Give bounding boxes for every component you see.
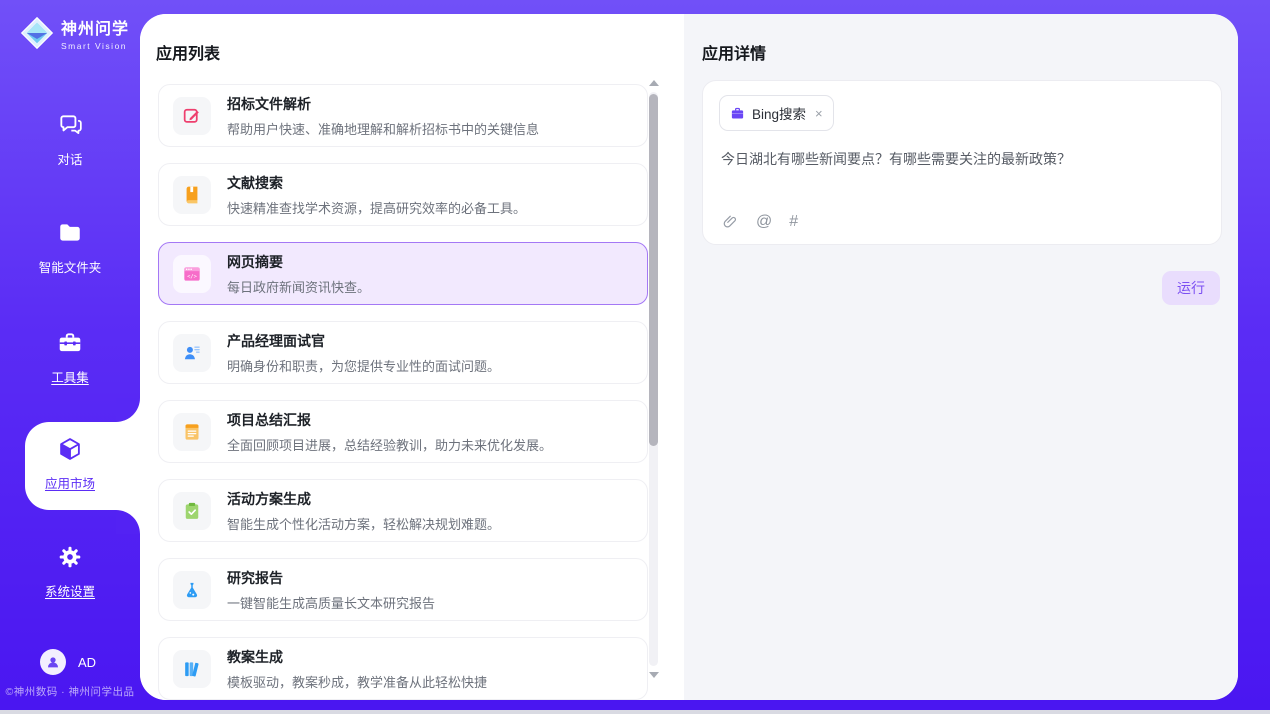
user-account[interactable]: AD <box>40 649 96 675</box>
gear-icon <box>57 544 83 570</box>
sidebar-item-label: 工具集 <box>0 367 140 386</box>
brand-subtitle: Smart Vision <box>61 41 129 51</box>
app-card-title: 研究报告 <box>227 568 435 588</box>
memo-icon <box>182 422 202 442</box>
clipboard-check-icon <box>182 501 202 521</box>
app-list-panel: 应用列表 招标文件解析 帮助用户快速、准确地理解和解析招标书中的关键信息 <box>140 14 684 700</box>
app-card-event-plan[interactable]: 活动方案生成 智能生成个性化活动方案，轻松解决规划难题。 <box>158 479 648 542</box>
briefcase-icon <box>730 106 745 121</box>
tool-chip-bing-search[interactable]: Bing搜索 × <box>719 95 834 131</box>
folder-icon <box>57 220 83 246</box>
scroll-down-icon[interactable] <box>649 672 659 678</box>
app-icon-tile <box>173 176 211 214</box>
run-button[interactable]: 运行 <box>1162 271 1220 305</box>
app-icon-tile <box>173 492 211 530</box>
paperclip-icon[interactable] <box>721 213 739 231</box>
app-card-desc: 每日政府新闻资讯快查。 <box>227 277 370 296</box>
user-name: AD <box>78 655 96 670</box>
app-frame: 神州问学 Smart Vision 对话 智能文件夹 <box>0 0 1270 710</box>
app-card-bid-doc-parse[interactable]: 招标文件解析 帮助用户快速、准确地理解和解析招标书中的关键信息 <box>158 84 648 147</box>
app-card-title: 活动方案生成 <box>227 489 500 509</box>
webpage-code-icon: </> <box>182 264 202 284</box>
toolbox-icon <box>57 330 83 356</box>
topic-icon[interactable]: # <box>789 213 798 231</box>
diamond-logo-icon <box>20 16 54 50</box>
scrollbar-thumb[interactable] <box>649 94 658 446</box>
svg-text:</>: </> <box>187 274 198 280</box>
app-list-title: 应用列表 <box>156 40 220 64</box>
bubble-notch-top <box>116 398 140 422</box>
prompt-card: Bing搜索 × 今日湖北有哪些新闻要点？有哪些需要关注的最新政策？ @ # <box>702 80 1222 245</box>
sidebar-item-settings[interactable]: 系统设置 <box>0 544 140 600</box>
app-card-title: 招标文件解析 <box>227 94 539 114</box>
books-icon <box>182 659 202 679</box>
app-icon-tile <box>173 413 211 451</box>
sidebar-item-chat[interactable]: 对话 <box>0 112 140 168</box>
flask-icon <box>182 580 202 600</box>
person-icon <box>45 654 61 670</box>
sidebar-item-app-market[interactable]: 应用市场 <box>0 436 140 492</box>
copyright-footer: ©神州数码 · 神州问学出品 <box>0 684 140 699</box>
tool-chip-label: Bing搜索 <box>752 103 806 123</box>
content-shell: 应用列表 招标文件解析 帮助用户快速、准确地理解和解析招标书中的关键信息 <box>140 14 1238 700</box>
app-detail-title: 应用详情 <box>702 40 766 64</box>
app-card-project-summary[interactable]: 项目总结汇报 全面回顾项目进展，总结经验教训，助力未来优化发展。 <box>158 400 648 463</box>
prompt-input[interactable]: 今日湖北有哪些新闻要点？有哪些需要关注的最新政策？ <box>721 149 1201 170</box>
app-card-literature-search[interactable]: 文献搜索 快速精准查找学术资源，提高研究效率的必备工具。 <box>158 163 648 226</box>
app-card-title: 项目总结汇报 <box>227 410 552 430</box>
app-card-desc: 明确身份和职责，为您提供专业性的面试问题。 <box>227 356 500 375</box>
chat-icon <box>57 112 83 138</box>
app-card-desc: 快速精准查找学术资源，提高研究效率的必备工具。 <box>227 198 526 217</box>
app-icon-tile <box>173 97 211 135</box>
cube-icon <box>57 436 83 462</box>
edit-square-icon <box>182 106 202 126</box>
avatar <box>40 649 66 675</box>
app-card-desc: 一键智能生成高质量长文本研究报告 <box>227 593 435 612</box>
sidebar-item-toolset[interactable]: 工具集 <box>0 330 140 386</box>
chip-close-icon[interactable]: × <box>815 107 823 120</box>
app-icon-tile: </> <box>173 255 211 293</box>
sidebar-item-label: 对话 <box>0 149 140 168</box>
app-card-title: 教案生成 <box>227 647 487 667</box>
app-card-desc: 模板驱动，教案秒成，教学准备从此轻松快捷 <box>227 672 487 691</box>
app-card-pm-interviewer[interactable]: 产品经理面试官 明确身份和职责，为您提供专业性的面试问题。 <box>158 321 648 384</box>
scrollbar-track[interactable] <box>649 92 658 666</box>
app-card-desc: 智能生成个性化活动方案，轻松解决规划难题。 <box>227 514 500 533</box>
app-card-title: 文献搜索 <box>227 173 526 193</box>
app-card-list: 招标文件解析 帮助用户快速、准确地理解和解析招标书中的关键信息 文献搜索 <box>158 84 648 700</box>
app-icon-tile <box>173 650 211 688</box>
mention-icon[interactable]: @ <box>756 213 772 231</box>
app-detail-panel: 应用详情 Bing搜索 × 今日湖北有哪些新闻要点？有哪些需要关注的最新政策？ <box>684 14 1238 700</box>
app-list-scrollbar[interactable] <box>648 80 660 678</box>
app-card-research-report[interactable]: 研究报告 一键智能生成高质量长文本研究报告 <box>158 558 648 621</box>
app-card-title: 产品经理面试官 <box>227 331 500 351</box>
sidebar-item-label: 系统设置 <box>0 581 140 600</box>
interviewer-icon <box>182 343 202 363</box>
sidebar: 神州问学 Smart Vision 对话 智能文件夹 <box>0 0 140 710</box>
bubble-notch-bottom <box>116 510 140 534</box>
app-card-web-summary[interactable]: </> 网页摘要 每日政府新闻资讯快查。 <box>158 242 648 305</box>
app-card-lesson-plan[interactable]: 教案生成 模板驱动，教案秒成，教学准备从此轻松快捷 <box>158 637 648 700</box>
app-card-title: 网页摘要 <box>227 252 370 272</box>
sidebar-item-smart-folder[interactable]: 智能文件夹 <box>0 220 140 276</box>
app-card-desc: 帮助用户快速、准确地理解和解析招标书中的关键信息 <box>227 119 539 138</box>
app-icon-tile <box>173 571 211 609</box>
sidebar-item-label: 应用市场 <box>0 473 140 492</box>
brand-name: 神州问学 <box>61 21 129 38</box>
scroll-up-icon[interactable] <box>649 80 659 86</box>
attachment-toolbar: @ # <box>721 213 798 231</box>
brand-logo: 神州问学 Smart Vision <box>20 15 129 51</box>
book-icon <box>182 185 202 205</box>
app-card-desc: 全面回顾项目进展，总结经验教训，助力未来优化发展。 <box>227 435 552 454</box>
app-icon-tile <box>173 334 211 372</box>
sidebar-item-label: 智能文件夹 <box>0 257 140 276</box>
